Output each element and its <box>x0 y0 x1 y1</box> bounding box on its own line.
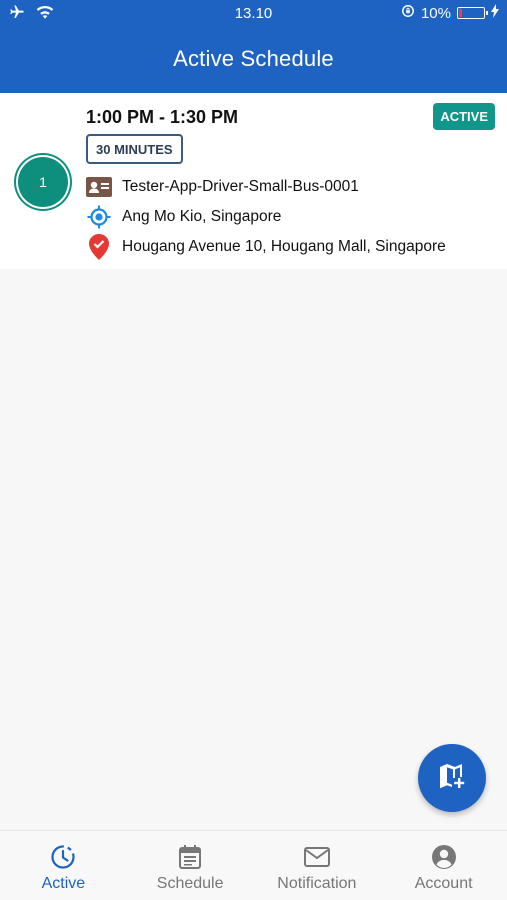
location-target-icon <box>86 205 112 229</box>
driver-name: Tester-App-Driver-Small-Bus-0001 <box>122 178 359 195</box>
schedule-card[interactable]: 1 1:00 PM - 1:30 PM ACTIVE 30 MINUTES Te… <box>0 93 507 269</box>
tab-schedule-label: Schedule <box>156 875 224 892</box>
bottom-navigation: Active Schedule Notification Account <box>0 830 507 900</box>
charging-icon <box>491 4 499 22</box>
app-header: 13.10 10% Active Schedule <box>0 0 507 93</box>
add-map-button[interactable] <box>418 744 486 812</box>
battery-icon <box>457 7 488 19</box>
mail-icon <box>303 843 330 871</box>
destination-address: Hougang Avenue 10, Hougang Mall, Singapo… <box>122 238 446 255</box>
status-right: 10% <box>401 4 499 22</box>
destination-row: Hougang Avenue 10, Hougang Mall, Singapo… <box>86 234 446 260</box>
screen: 13.10 10% Active Schedule 1 1:00 PM - 1:… <box>0 0 507 900</box>
status-badge: ACTIVE <box>433 103 495 130</box>
duration-badge: 30 MINUTES <box>86 134 183 164</box>
driver-row: Tester-App-Driver-Small-Bus-0001 <box>86 175 359 199</box>
account-icon <box>431 843 457 871</box>
calendar-icon <box>178 843 202 871</box>
origin-address: Ang Mo Kio, Singapore <box>122 208 282 225</box>
orientation-lock-icon <box>401 4 415 22</box>
battery-percentage: 10% <box>420 4 451 22</box>
tab-schedule[interactable]: Schedule <box>127 831 254 900</box>
status-bar: 13.10 10% <box>0 0 507 28</box>
schedule-time-range: 1:00 PM - 1:30 PM <box>86 107 239 127</box>
tab-account-label: Account <box>414 875 473 892</box>
tab-active[interactable]: Active <box>0 831 127 900</box>
schedule-index: 1 <box>18 157 68 207</box>
tab-account[interactable]: Account <box>380 831 507 900</box>
clock-icon <box>50 843 76 871</box>
map-add-icon <box>438 762 466 795</box>
page-title: Active Schedule <box>173 46 334 71</box>
tab-active-label: Active <box>41 875 86 892</box>
map-pin-check-icon <box>86 234 112 260</box>
id-card-icon <box>86 175 112 199</box>
battery-level <box>459 9 462 17</box>
tab-notification[interactable]: Notification <box>254 831 381 900</box>
origin-row: Ang Mo Kio, Singapore <box>86 205 281 229</box>
tab-notification-label: Notification <box>277 875 357 892</box>
